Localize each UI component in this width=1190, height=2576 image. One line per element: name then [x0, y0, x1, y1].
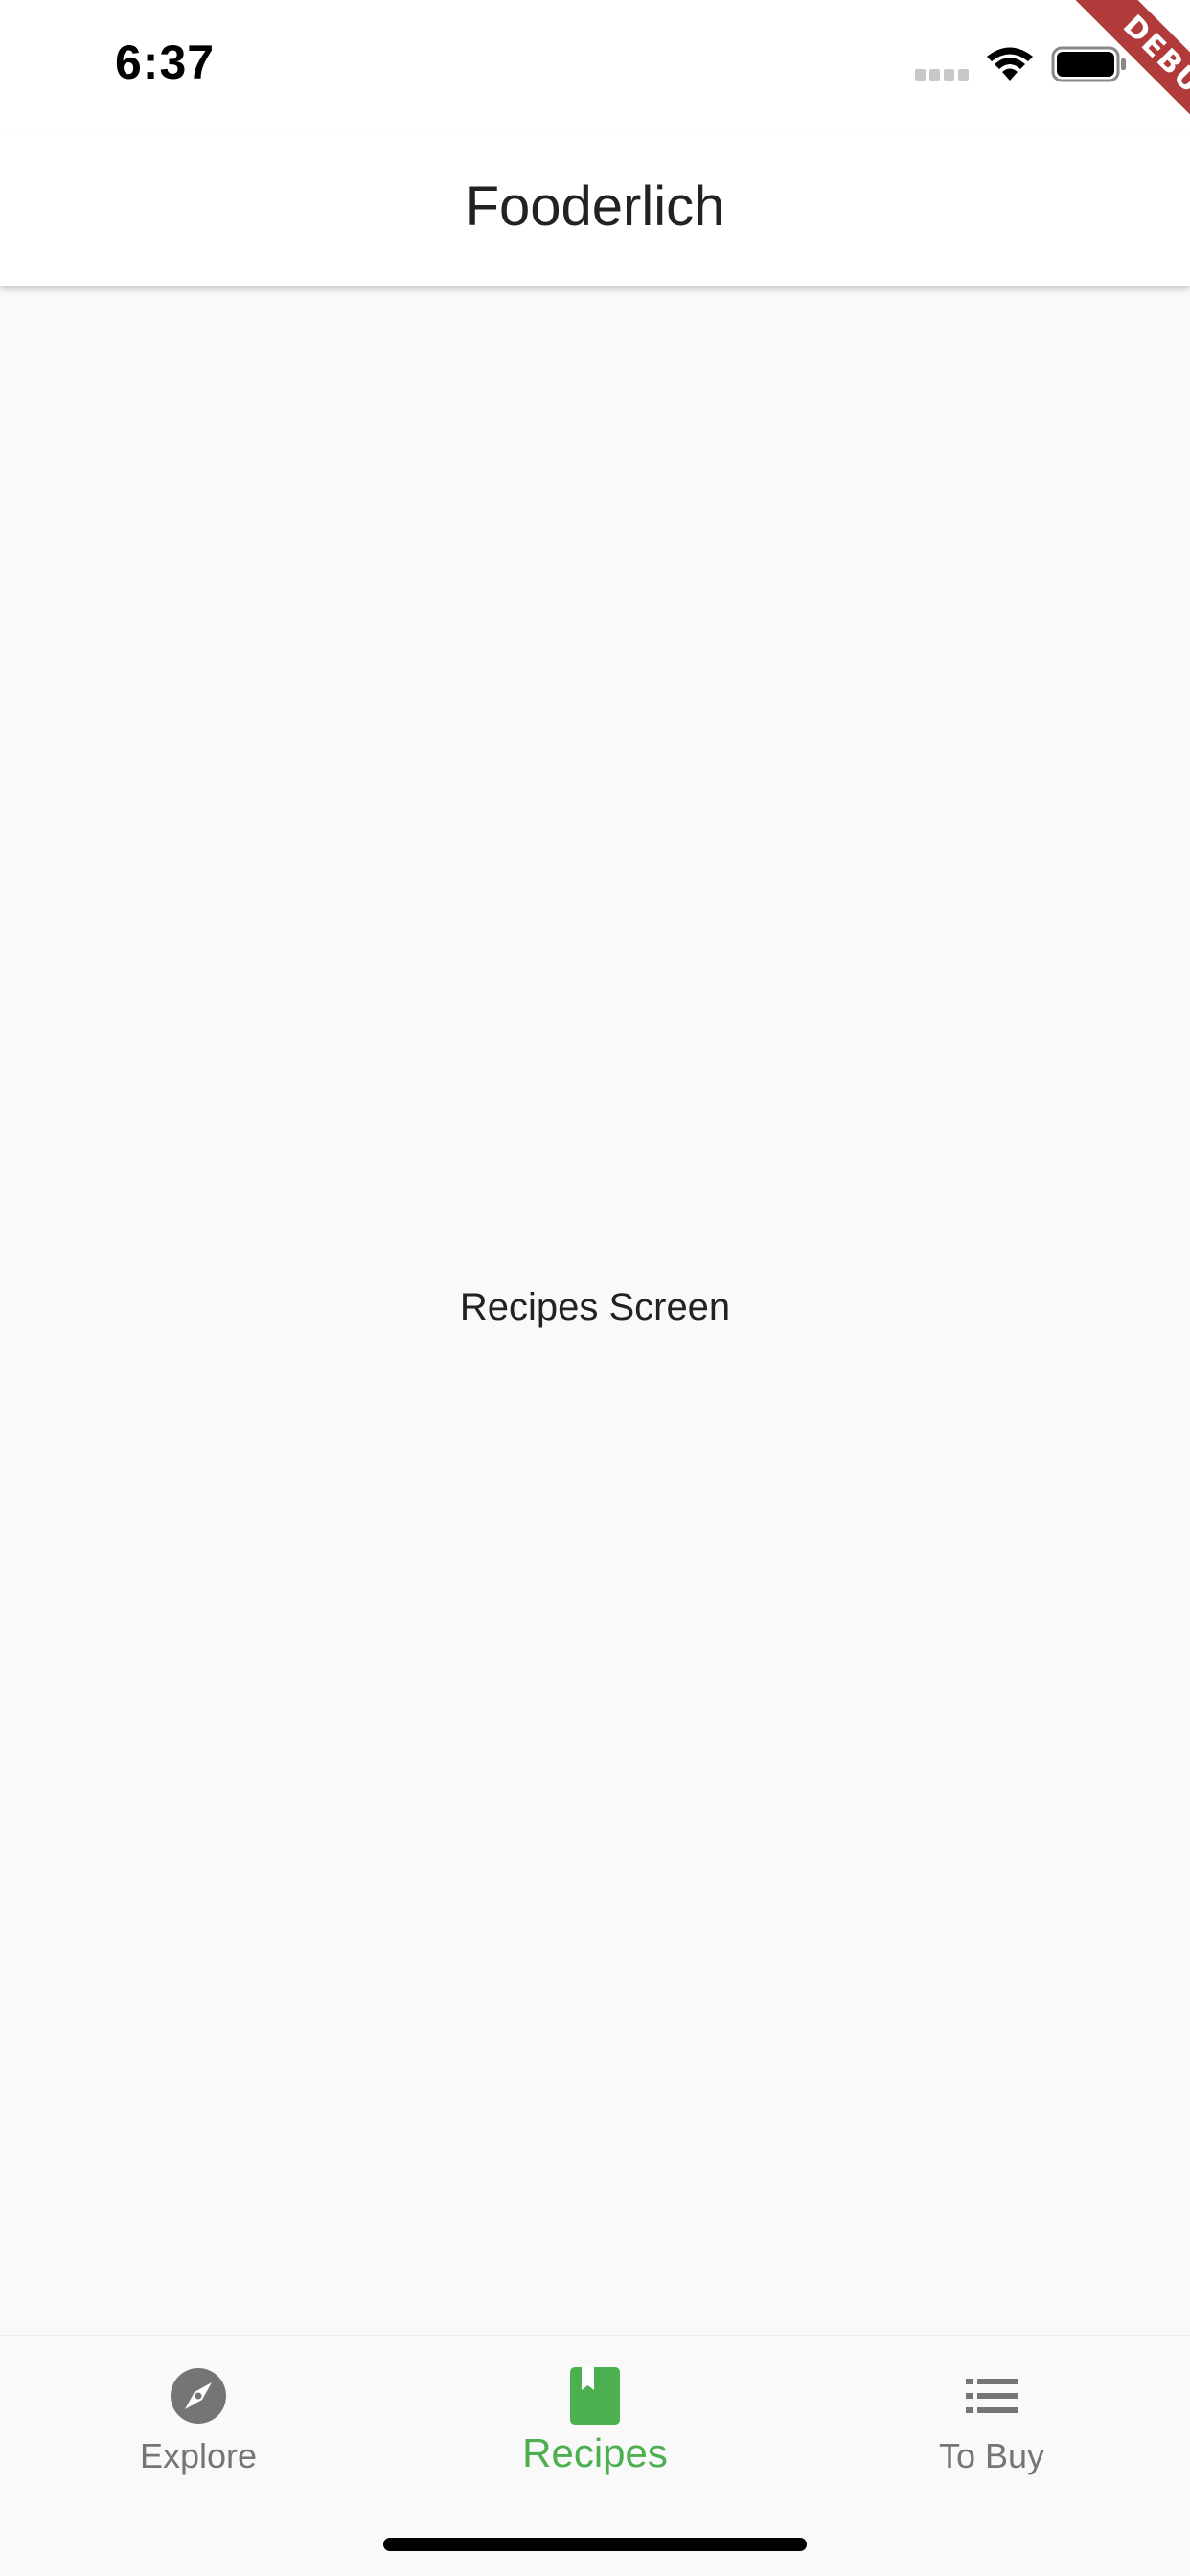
nav-label-explore: Explore: [139, 2436, 258, 2475]
explore-icon: [171, 2368, 226, 2424]
status-time: 6:37: [115, 35, 216, 89]
screen-placeholder-text: Recipes Screen: [459, 1286, 731, 1328]
nav-item-recipes[interactable]: Recipes: [397, 2336, 793, 2499]
app-title: Fooderlich: [465, 175, 725, 238]
recipes-screen-body: Recipes Screen: [0, 286, 1190, 2334]
battery-icon: [1051, 46, 1126, 82]
nav-item-to-buy[interactable]: To Buy: [793, 2336, 1190, 2499]
cellular-signal-icon: [915, 69, 969, 80]
nav-item-explore[interactable]: Explore: [0, 2336, 397, 2499]
book-icon: [570, 2367, 620, 2425]
wifi-icon: [987, 47, 1033, 80]
nav-label-to-buy: To Buy: [938, 2436, 1045, 2475]
nav-label-recipes: Recipes: [522, 2430, 668, 2475]
list-icon: [966, 2379, 1018, 2413]
app-bar: Fooderlich: [0, 134, 1190, 286]
home-indicator[interactable]: [383, 2538, 807, 2551]
status-bar: 6:37: [0, 0, 1190, 134]
